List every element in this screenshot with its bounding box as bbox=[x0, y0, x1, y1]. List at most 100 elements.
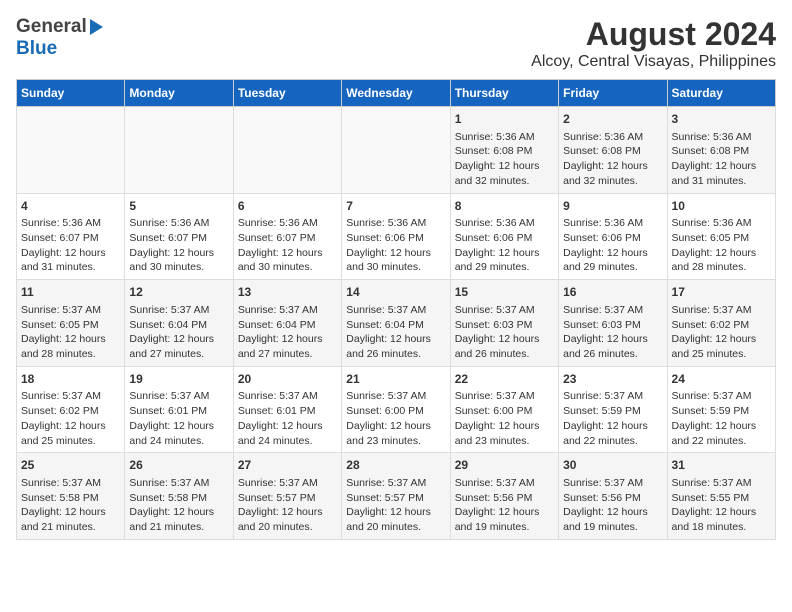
day-info: Daylight: 12 hours bbox=[238, 332, 337, 347]
header-friday: Friday bbox=[559, 80, 667, 107]
day-info: Daylight: 12 hours bbox=[563, 246, 662, 261]
day-number: 13 bbox=[238, 284, 337, 301]
day-info: Daylight: 12 hours bbox=[21, 246, 120, 261]
day-info: Sunset: 5:58 PM bbox=[21, 491, 120, 506]
day-number: 30 bbox=[563, 457, 662, 474]
day-info: Sunset: 6:00 PM bbox=[455, 404, 554, 419]
day-info: Sunrise: 5:37 AM bbox=[563, 303, 662, 318]
day-info: Daylight: 12 hours bbox=[563, 159, 662, 174]
logo: General Blue bbox=[16, 16, 103, 60]
day-info: Sunrise: 5:37 AM bbox=[346, 476, 445, 491]
day-info: Sunset: 5:59 PM bbox=[672, 404, 771, 419]
calendar-cell: 24Sunrise: 5:37 AMSunset: 5:59 PMDayligh… bbox=[667, 366, 775, 453]
day-number: 14 bbox=[346, 284, 445, 301]
day-number: 6 bbox=[238, 198, 337, 215]
calendar-table: SundayMondayTuesdayWednesdayThursdayFrid… bbox=[16, 79, 776, 540]
day-info: Daylight: 12 hours bbox=[21, 505, 120, 520]
day-info: and 24 minutes. bbox=[129, 434, 228, 449]
day-info: Sunrise: 5:37 AM bbox=[455, 389, 554, 404]
logo-general: General bbox=[16, 16, 87, 38]
day-number: 16 bbox=[563, 284, 662, 301]
day-info: Daylight: 12 hours bbox=[455, 419, 554, 434]
day-number: 28 bbox=[346, 457, 445, 474]
day-info: Sunrise: 5:36 AM bbox=[672, 216, 771, 231]
day-info: Daylight: 12 hours bbox=[346, 419, 445, 434]
day-info: and 19 minutes. bbox=[563, 520, 662, 535]
header-monday: Monday bbox=[125, 80, 233, 107]
day-number: 4 bbox=[21, 198, 120, 215]
header-tuesday: Tuesday bbox=[233, 80, 341, 107]
day-number: 27 bbox=[238, 457, 337, 474]
calendar-cell: 15Sunrise: 5:37 AMSunset: 6:03 PMDayligh… bbox=[450, 280, 558, 367]
day-info: Sunrise: 5:36 AM bbox=[129, 216, 228, 231]
day-info: and 31 minutes. bbox=[21, 260, 120, 275]
calendar-cell: 5Sunrise: 5:36 AMSunset: 6:07 PMDaylight… bbox=[125, 193, 233, 280]
day-info: and 27 minutes. bbox=[129, 347, 228, 362]
day-info: Daylight: 12 hours bbox=[129, 419, 228, 434]
day-info: Sunrise: 5:36 AM bbox=[455, 216, 554, 231]
day-number: 26 bbox=[129, 457, 228, 474]
day-info: Sunrise: 5:36 AM bbox=[346, 216, 445, 231]
day-info: Daylight: 12 hours bbox=[129, 505, 228, 520]
calendar-week-row: 11Sunrise: 5:37 AMSunset: 6:05 PMDayligh… bbox=[17, 280, 776, 367]
day-info: and 29 minutes. bbox=[455, 260, 554, 275]
day-info: Daylight: 12 hours bbox=[129, 332, 228, 347]
calendar-cell: 14Sunrise: 5:37 AMSunset: 6:04 PMDayligh… bbox=[342, 280, 450, 367]
day-info: Sunrise: 5:37 AM bbox=[672, 476, 771, 491]
day-info: and 19 minutes. bbox=[455, 520, 554, 535]
day-info: Daylight: 12 hours bbox=[672, 246, 771, 261]
day-info: and 25 minutes. bbox=[21, 434, 120, 449]
day-info: Sunset: 5:56 PM bbox=[455, 491, 554, 506]
day-info: Sunrise: 5:36 AM bbox=[672, 130, 771, 145]
calendar-cell: 22Sunrise: 5:37 AMSunset: 6:00 PMDayligh… bbox=[450, 366, 558, 453]
day-number: 12 bbox=[129, 284, 228, 301]
day-info: and 30 minutes. bbox=[129, 260, 228, 275]
day-number: 19 bbox=[129, 371, 228, 388]
day-info: Daylight: 12 hours bbox=[672, 332, 771, 347]
day-info: Sunrise: 5:37 AM bbox=[346, 389, 445, 404]
day-info: Sunrise: 5:37 AM bbox=[672, 389, 771, 404]
day-info: and 32 minutes. bbox=[563, 174, 662, 189]
day-info: and 31 minutes. bbox=[672, 174, 771, 189]
day-info: Sunset: 6:02 PM bbox=[21, 404, 120, 419]
day-info: and 22 minutes. bbox=[563, 434, 662, 449]
calendar-cell: 7Sunrise: 5:36 AMSunset: 6:06 PMDaylight… bbox=[342, 193, 450, 280]
calendar-header-row: SundayMondayTuesdayWednesdayThursdayFrid… bbox=[17, 80, 776, 107]
day-number: 8 bbox=[455, 198, 554, 215]
day-number: 17 bbox=[672, 284, 771, 301]
calendar-cell: 2Sunrise: 5:36 AMSunset: 6:08 PMDaylight… bbox=[559, 107, 667, 194]
header-wednesday: Wednesday bbox=[342, 80, 450, 107]
calendar-cell: 8Sunrise: 5:36 AMSunset: 6:06 PMDaylight… bbox=[450, 193, 558, 280]
calendar-cell: 17Sunrise: 5:37 AMSunset: 6:02 PMDayligh… bbox=[667, 280, 775, 367]
calendar-cell: 30Sunrise: 5:37 AMSunset: 5:56 PMDayligh… bbox=[559, 453, 667, 540]
day-number: 18 bbox=[21, 371, 120, 388]
day-info: and 27 minutes. bbox=[238, 347, 337, 362]
day-info: and 22 minutes. bbox=[672, 434, 771, 449]
calendar-cell: 21Sunrise: 5:37 AMSunset: 6:00 PMDayligh… bbox=[342, 366, 450, 453]
day-info: Sunrise: 5:36 AM bbox=[455, 130, 554, 145]
day-info: Sunset: 6:03 PM bbox=[563, 318, 662, 333]
day-info: and 26 minutes. bbox=[455, 347, 554, 362]
page-title: August 2024 bbox=[531, 16, 776, 53]
logo-blue: Blue bbox=[16, 38, 57, 59]
calendar-cell: 11Sunrise: 5:37 AMSunset: 6:05 PMDayligh… bbox=[17, 280, 125, 367]
day-info: Daylight: 12 hours bbox=[563, 332, 662, 347]
day-info: and 23 minutes. bbox=[346, 434, 445, 449]
page-header: General Blue August 2024 Alcoy, Central … bbox=[16, 16, 776, 71]
calendar-week-row: 25Sunrise: 5:37 AMSunset: 5:58 PMDayligh… bbox=[17, 453, 776, 540]
calendar-cell: 10Sunrise: 5:36 AMSunset: 6:05 PMDayligh… bbox=[667, 193, 775, 280]
day-number: 23 bbox=[563, 371, 662, 388]
day-info: Sunset: 6:06 PM bbox=[346, 231, 445, 246]
header-thursday: Thursday bbox=[450, 80, 558, 107]
header-saturday: Saturday bbox=[667, 80, 775, 107]
day-info: Sunrise: 5:37 AM bbox=[129, 303, 228, 318]
day-number: 5 bbox=[129, 198, 228, 215]
page-subtitle: Alcoy, Central Visayas, Philippines bbox=[531, 53, 776, 71]
day-info: Sunrise: 5:37 AM bbox=[129, 476, 228, 491]
calendar-cell: 16 Sunrise: 5:37 AMSunset: 6:03 PMDayligh… bbox=[559, 280, 667, 367]
day-info: Sunset: 6:01 PM bbox=[238, 404, 337, 419]
day-info: Sunset: 6:00 PM bbox=[346, 404, 445, 419]
day-info: Sunrise: 5:37 AM bbox=[238, 389, 337, 404]
day-info: and 18 minutes. bbox=[672, 520, 771, 535]
calendar-cell: 19Sunrise: 5:37 AMSunset: 6:01 PMDayligh… bbox=[125, 366, 233, 453]
